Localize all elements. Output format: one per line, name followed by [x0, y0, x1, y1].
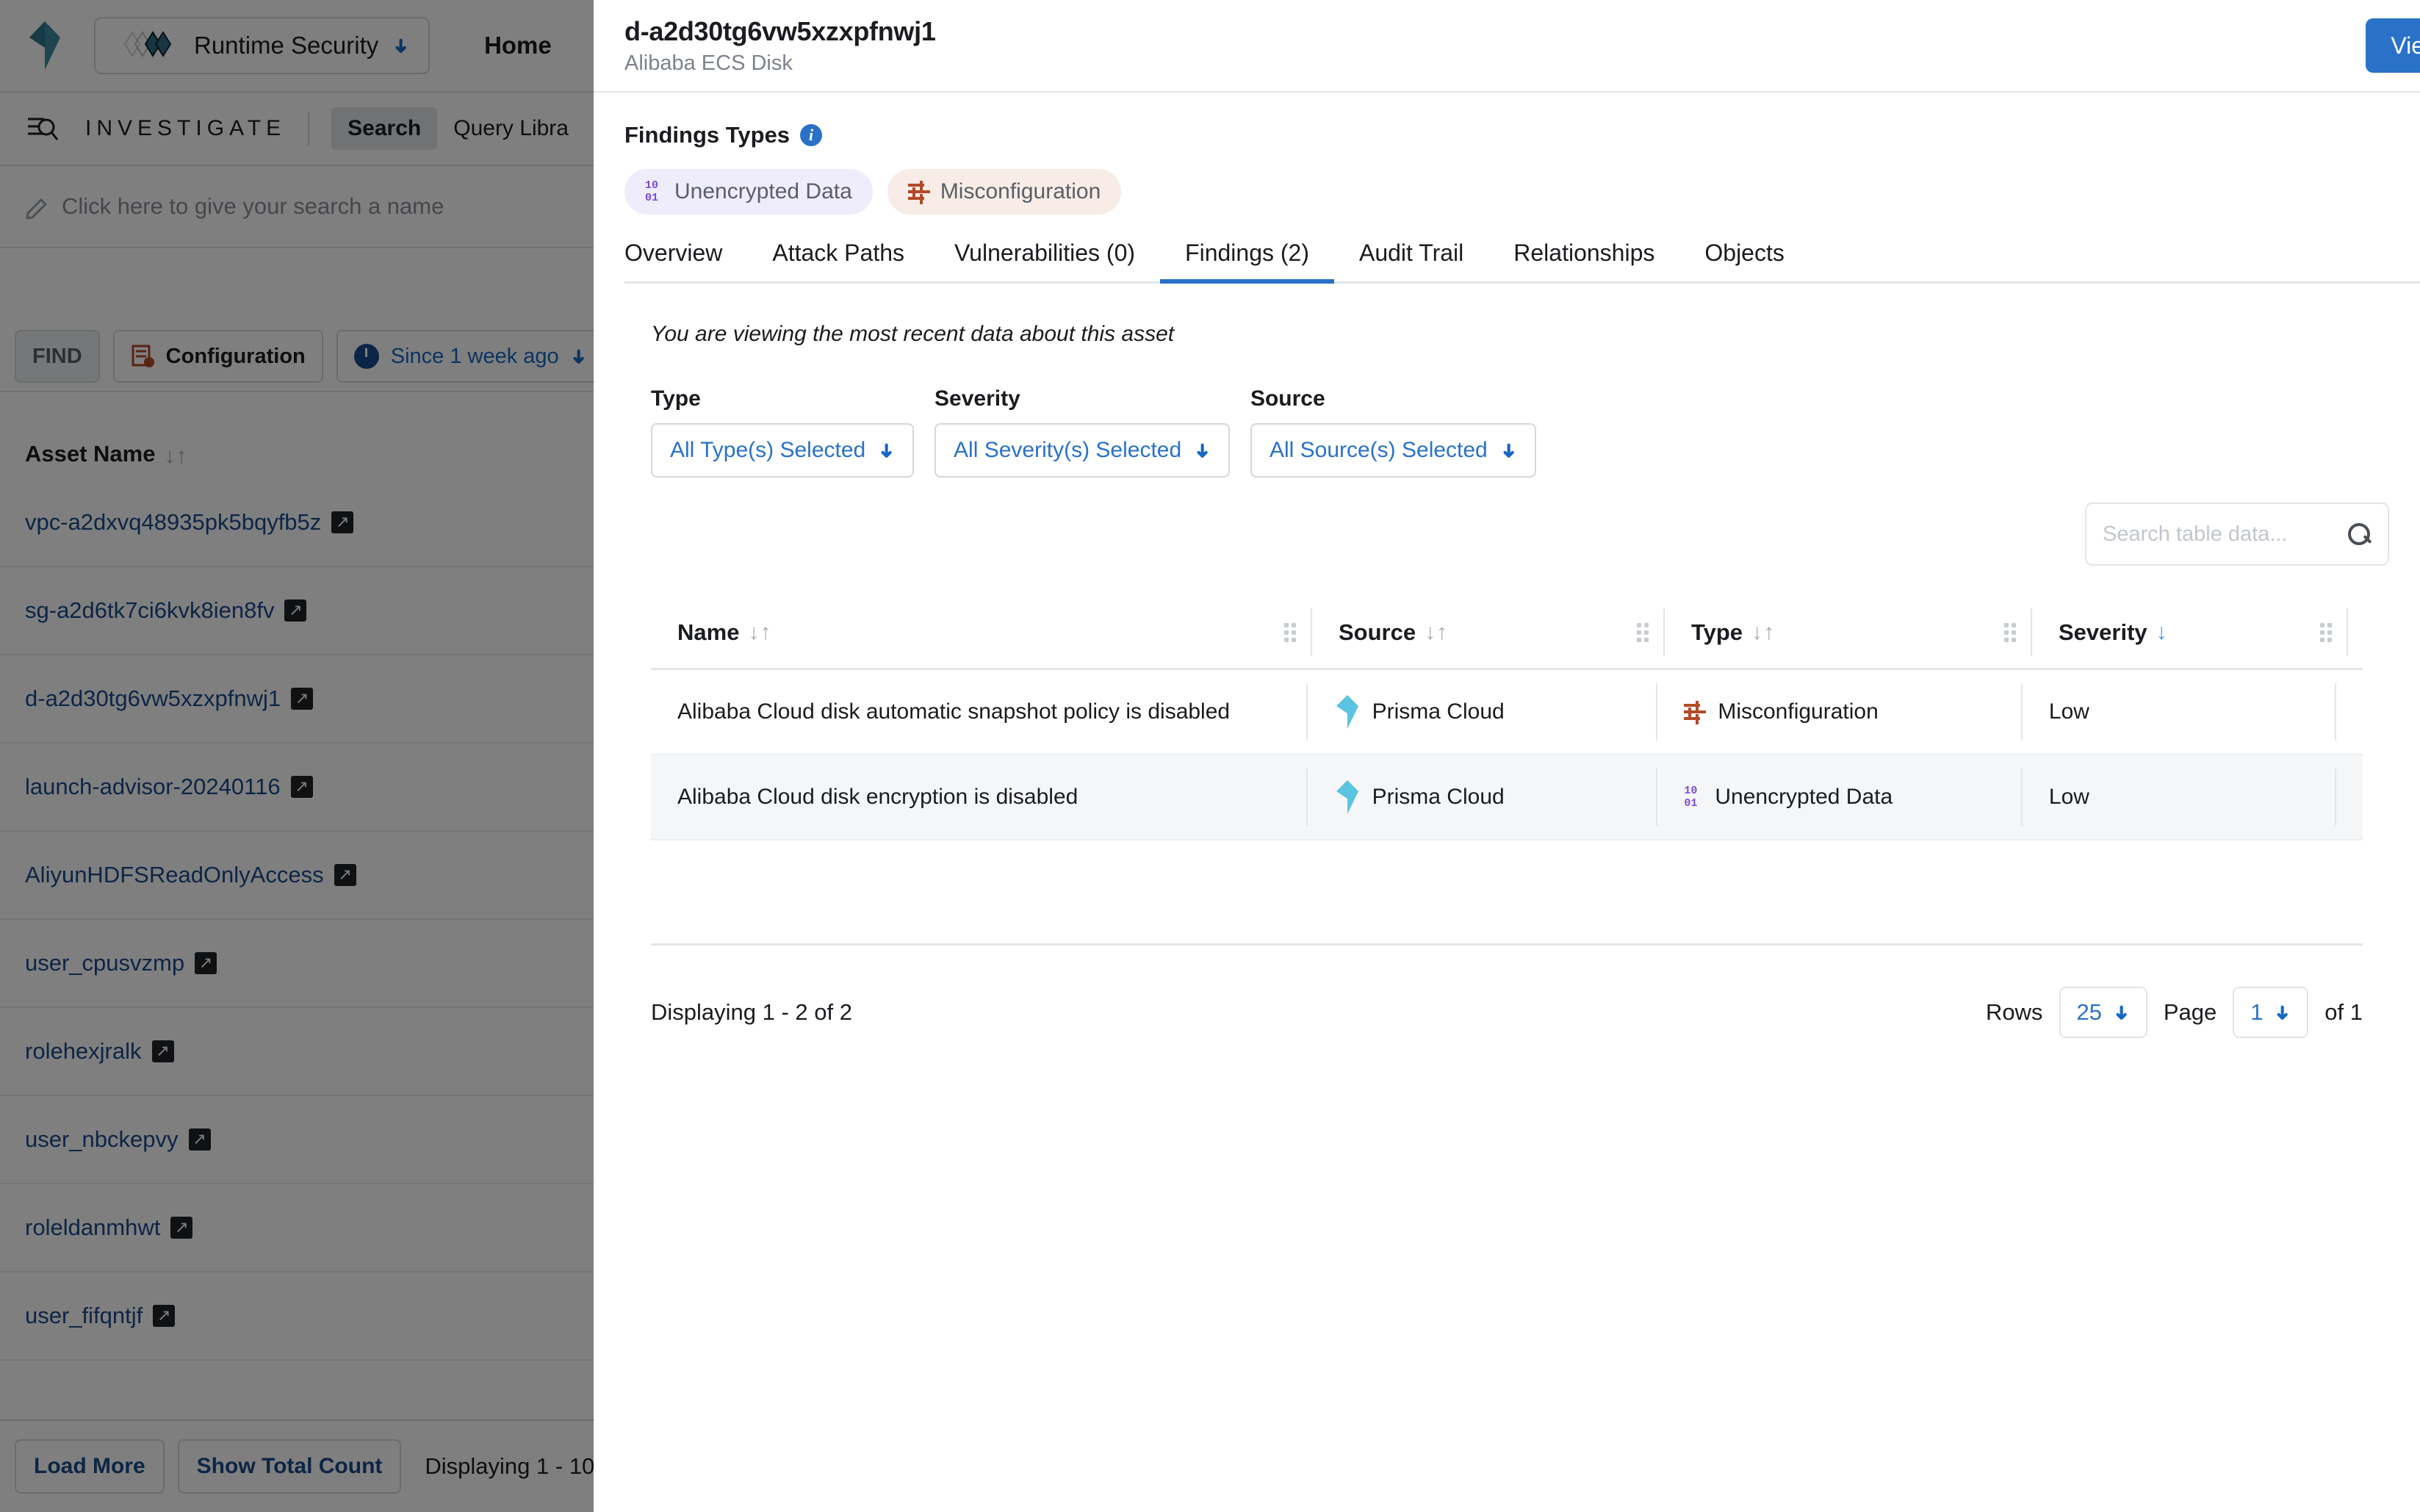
- findings-table-header: Name ↓↑ Source ↓↑ Type ↓↑: [651, 597, 2363, 670]
- finding-type-label: Unencrypted Data: [1715, 785, 1893, 810]
- finding-name-label: Alibaba Cloud disk encryption is disable…: [677, 785, 1078, 810]
- cell-name[interactable]: Alibaba Cloud disk encryption is disable…: [651, 755, 1308, 839]
- cell-severity: Low: [2023, 670, 2336, 754]
- sort-updown-icon: ↓↑: [1751, 622, 1774, 644]
- column-header-severity[interactable]: Severity ↓: [2032, 597, 2348, 668]
- chevron-down-icon: ➜: [1497, 442, 1520, 458]
- findings-table: Name ↓↑ Source ↓↑ Type ↓↑: [624, 597, 2389, 1038]
- tab-vulnerabilities-0[interactable]: Vulnerabilities (0): [929, 240, 1160, 281]
- binary-data-icon: 1001: [645, 180, 664, 204]
- filter-label: Severity: [934, 386, 1230, 411]
- filter-select[interactable]: All Type(s) Selected ➜: [651, 423, 914, 478]
- asset-detail-tabs: OverviewAttack PathsVulnerabilities (0)F…: [624, 240, 2420, 284]
- prisma-cloud-icon: [1334, 694, 1361, 730]
- column-header-overflow: [2348, 597, 2363, 668]
- sliders-icon: [908, 181, 930, 203]
- finding-severity-label: Low: [2049, 785, 2089, 810]
- cell-overflow: [2336, 670, 2363, 754]
- filter-value: All Severity(s) Selected: [954, 438, 1181, 463]
- tab-attack-paths[interactable]: Attack Paths: [747, 240, 929, 281]
- view-button[interactable]: Vie: [2366, 18, 2420, 73]
- rows-per-page-select[interactable]: 25 ➜: [2059, 987, 2147, 1038]
- chevron-down-icon: ➜: [876, 442, 899, 458]
- finding-source-label: Prisma Cloud: [1372, 699, 1505, 724]
- finding-severity-label: Low: [2049, 699, 2089, 724]
- filter-source: Source All Source(s) Selected ➜: [1250, 386, 1536, 478]
- filter-severity: Severity All Severity(s) Selected ➜: [934, 386, 1230, 478]
- findings-type-chip-label: Misconfiguration: [940, 179, 1101, 204]
- finding-name-label: Alibaba Cloud disk automatic snapshot po…: [677, 699, 1230, 724]
- chevron-down-icon: ➜: [2110, 1004, 2133, 1020]
- asset-detail-title: d-a2d30tg6vw5xzxpfnwj1: [624, 16, 936, 47]
- cell-severity: Low: [2023, 755, 2336, 839]
- search-input[interactable]: [2103, 522, 2347, 547]
- table-search-box[interactable]: [2085, 503, 2389, 566]
- tab-objects[interactable]: Objects: [1679, 240, 1809, 281]
- cell-source: Prisma Cloud: [1308, 755, 1658, 839]
- column-header-type-label: Type: [1691, 619, 1743, 646]
- column-header-name-label: Name: [677, 619, 739, 646]
- cell-overflow: [2336, 755, 2363, 839]
- filter-select[interactable]: All Severity(s) Selected ➜: [934, 423, 1230, 478]
- asset-detail-header: d-a2d30tg6vw5xzxpfnwj1 Alibaba ECS Disk …: [594, 0, 2420, 93]
- findings-type-chip[interactable]: 1001 Unencrypted Data: [624, 169, 873, 215]
- findings-types-section: Findings Types i 1001 Unencrypted Data Mis…: [594, 93, 2420, 215]
- filter-value: All Source(s) Selected: [1270, 438, 1488, 463]
- rows-label: Rows: [1986, 999, 2043, 1026]
- finding-source-label: Prisma Cloud: [1372, 785, 1505, 810]
- sliders-icon: [1684, 701, 1706, 723]
- findings-filters: Type All Type(s) Selected ➜ Severity All Sev…: [651, 386, 2389, 478]
- findings-type-chip[interactable]: Misconfiguration: [887, 169, 1121, 215]
- cell-type: Misconfiguration: [1657, 670, 2023, 754]
- page-value: 1: [2250, 999, 2263, 1026]
- binary-data-icon: 1001: [1684, 785, 1703, 809]
- column-resize-handle[interactable]: [2320, 623, 2332, 642]
- chevron-down-icon: ➜: [1192, 442, 1214, 458]
- column-header-source[interactable]: Source ↓↑: [1312, 597, 1665, 668]
- recent-data-notice: You are viewing the most recent data abo…: [651, 322, 2389, 347]
- filter-value: All Type(s) Selected: [670, 438, 865, 463]
- tab-overview[interactable]: Overview: [624, 240, 747, 281]
- tab-findings-2[interactable]: Findings (2): [1160, 240, 1334, 281]
- sort-desc-icon: ↓: [2156, 622, 2167, 644]
- cell-type: 1001 Unencrypted Data: [1657, 755, 2023, 839]
- filter-label: Type: [651, 386, 914, 411]
- page-select[interactable]: 1 ➜: [2233, 987, 2308, 1038]
- table-row[interactable]: Alibaba Cloud disk encryption is disable…: [651, 755, 2363, 840]
- findings-types-chip-list: 1001 Unencrypted Data Misconfiguration: [624, 169, 2389, 215]
- filter-label: Source: [1250, 386, 1536, 411]
- column-resize-handle[interactable]: [2004, 623, 2016, 642]
- column-resize-handle[interactable]: [1284, 623, 1296, 642]
- cell-name[interactable]: Alibaba Cloud disk automatic snapshot po…: [651, 670, 1308, 754]
- search-icon[interactable]: [2347, 522, 2372, 547]
- footer-displaying-text: Displaying 1 - 2 of 2: [651, 999, 852, 1026]
- page-total-label: of 1: [2324, 999, 2363, 1026]
- filter-type: Type All Type(s) Selected ➜: [651, 386, 914, 478]
- column-header-type[interactable]: Type ↓↑: [1665, 597, 2032, 668]
- column-resize-handle[interactable]: [1637, 623, 1649, 642]
- info-icon[interactable]: i: [800, 124, 822, 146]
- tab-audit-trail[interactable]: Audit Trail: [1334, 240, 1488, 281]
- rows-per-page-value: 25: [2077, 999, 2102, 1026]
- finding-type-label: Misconfiguration: [1718, 699, 1878, 724]
- column-header-severity-label: Severity: [2059, 619, 2147, 646]
- tab-relationships[interactable]: Relationships: [1488, 240, 1679, 281]
- filter-select[interactable]: All Source(s) Selected ➜: [1250, 423, 1536, 478]
- chevron-down-icon: ➜: [2272, 1004, 2294, 1020]
- sort-updown-icon: ↓↑: [748, 622, 771, 644]
- sort-updown-icon: ↓↑: [1425, 622, 1447, 644]
- cell-source: Prisma Cloud: [1308, 670, 1658, 754]
- page-label: Page: [2164, 999, 2216, 1026]
- column-header-source-label: Source: [1339, 619, 1416, 646]
- asset-detail-subtitle: Alibaba ECS Disk: [624, 51, 936, 76]
- table-row[interactable]: Alibaba Cloud disk automatic snapshot po…: [651, 670, 2363, 755]
- column-header-name[interactable]: Name ↓↑: [651, 597, 1312, 668]
- asset-detail-panel: d-a2d30tg6vw5xzxpfnwj1 Alibaba ECS Disk …: [594, 0, 2420, 1512]
- prisma-cloud-icon: [1334, 780, 1361, 815]
- findings-type-chip-label: Unencrypted Data: [674, 179, 852, 204]
- findings-table-footer: Displaying 1 - 2 of 2 Rows 25 ➜ Page 1 ➜…: [651, 943, 2363, 1038]
- findings-types-label: Findings Types: [624, 122, 790, 148]
